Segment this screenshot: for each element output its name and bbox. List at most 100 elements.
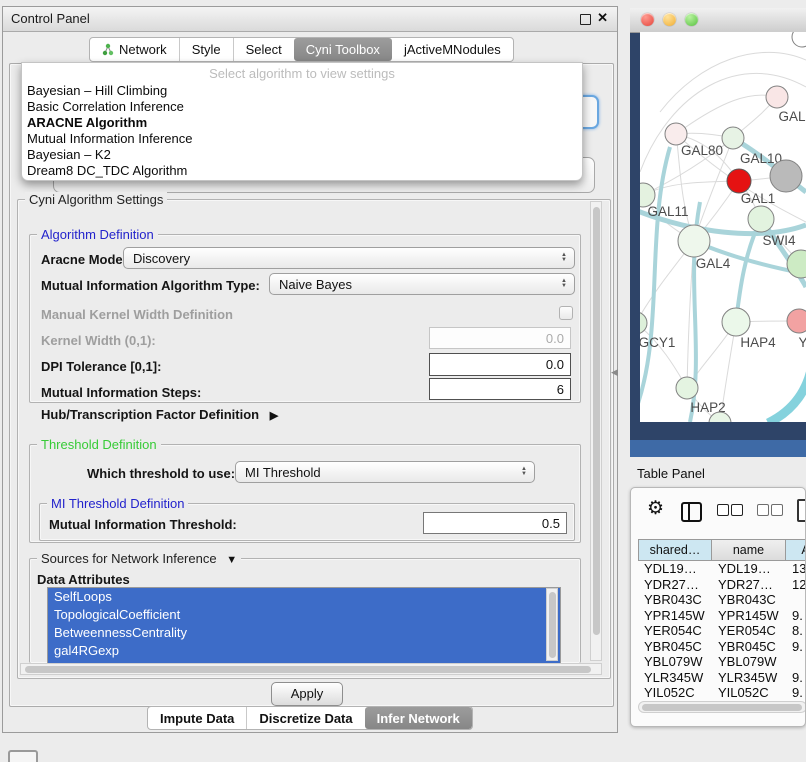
list-scrollbar-thumb[interactable] bbox=[549, 592, 556, 658]
network-nodes[interactable]: GALGAL80GAL10GAL1GAL11SWI4GAL4GCY1HAP4YH… bbox=[640, 32, 806, 422]
mi-threshold-field[interactable]: 0.5 bbox=[423, 512, 567, 534]
control-panel-titlebar[interactable]: Control Panel ✕ bbox=[3, 7, 617, 32]
network-node-swi4[interactable] bbox=[748, 206, 774, 232]
mi-threshold-box-title: MI Threshold Definition bbox=[47, 496, 188, 511]
network-node-label: GAL1 bbox=[741, 191, 776, 206]
network-node-gal10[interactable] bbox=[722, 127, 744, 149]
table-column-header[interactable]: A bbox=[786, 539, 806, 561]
aracne-mode-combo[interactable]: Discovery ▲▼ bbox=[123, 247, 575, 269]
settings-hscrollbar-thumb[interactable] bbox=[25, 666, 591, 673]
table-column-header[interactable]: name bbox=[712, 539, 786, 561]
data-attribute-item[interactable]: TopologicalCoefficient bbox=[48, 606, 560, 624]
select-all-checkbox-icon[interactable] bbox=[717, 504, 729, 516]
algorithm-option[interactable]: Bayesian – K2 bbox=[22, 147, 582, 163]
tab-cyni-toolbox[interactable]: Cyni Toolbox bbox=[294, 38, 392, 61]
network-canvas[interactable]: GALGAL80GAL10GAL1GAL11SWI4GAL4GCY1HAP4YH… bbox=[640, 32, 806, 422]
which-threshold-combo[interactable]: MI Threshold ▲▼ bbox=[235, 461, 535, 483]
bottom-tab-impute-data[interactable]: Impute Data bbox=[148, 707, 246, 729]
network-node-gal4[interactable] bbox=[678, 225, 710, 257]
minimized-panel-icon[interactable] bbox=[8, 750, 38, 762]
manual-kernel-checkbox[interactable] bbox=[559, 306, 573, 320]
table-row[interactable]: YPR145WYPR145W9. bbox=[638, 608, 806, 624]
algorithm-dropdown-list: Bayesian – Hill ClimbingBasic Correlatio… bbox=[22, 83, 582, 179]
aracne-mode-value: Discovery bbox=[124, 251, 556, 266]
zoom-traffic-light-icon[interactable] bbox=[685, 13, 698, 26]
network-node[interactable] bbox=[792, 32, 806, 47]
data-attributes-list[interactable]: SelfLoopsTopologicalCoefficientBetweenne… bbox=[47, 587, 561, 664]
table-row[interactable]: YLR345WYLR345W9. bbox=[638, 670, 806, 686]
export-table-icon[interactable] bbox=[797, 499, 806, 522]
algorithm-option[interactable]: Basic Correlation Inference bbox=[22, 99, 582, 115]
tab-style[interactable]: Style bbox=[179, 38, 233, 61]
sources-toggle[interactable]: Sources for Network Inference ▼ bbox=[37, 551, 241, 566]
algorithm-dropdown-popup: Select algorithm to view settings Bayesi… bbox=[21, 62, 583, 181]
network-node[interactable] bbox=[787, 250, 806, 278]
select-all-checkbox-icon[interactable] bbox=[731, 504, 743, 516]
bottom-tab-infer-network[interactable]: Infer Network bbox=[365, 707, 472, 729]
table-horizontal-scrollbar[interactable] bbox=[638, 701, 806, 713]
close-traffic-light-icon[interactable] bbox=[641, 13, 654, 26]
network-node-y[interactable] bbox=[787, 309, 806, 333]
minimize-traffic-light-icon[interactable] bbox=[663, 13, 676, 26]
data-attribute-item[interactable]: BetweennessCentrality bbox=[48, 624, 560, 642]
mi-steps-label: Mutual Information Steps: bbox=[41, 385, 201, 400]
hub-section-toggle[interactable]: Hub/Transcription Factor Definition ▶ bbox=[41, 407, 278, 422]
expand-right-icon: ▶ bbox=[270, 410, 278, 422]
network-node[interactable] bbox=[770, 160, 802, 192]
table-cell: YLR345W bbox=[638, 670, 712, 686]
app-background: Control Panel ✕ NetworkStyleSelect Cyni T… bbox=[0, 0, 806, 762]
settings-vertical-scrollbar[interactable] bbox=[590, 201, 602, 661]
network-node-gal[interactable] bbox=[766, 86, 788, 108]
tab-label: Cyni Toolbox bbox=[306, 42, 380, 57]
table-column-header[interactable]: shared… bbox=[638, 539, 712, 561]
algorithm-option[interactable]: Bayesian – Hill Climbing bbox=[22, 83, 582, 99]
table-cell: 9. bbox=[786, 685, 806, 700]
tab-jactivemnodules[interactable]: jActiveMNodules bbox=[392, 38, 513, 61]
close-icon[interactable]: ✕ bbox=[597, 10, 608, 26]
mi-type-combo[interactable]: Naive Bayes ▲▼ bbox=[269, 273, 575, 295]
dpi-tolerance-field[interactable]: 0.0 bbox=[429, 353, 571, 376]
network-window-titlebar[interactable] bbox=[630, 8, 806, 33]
table-row[interactable]: YDR27…YDR27…12 bbox=[638, 577, 806, 593]
expand-down-icon: ▼ bbox=[226, 554, 237, 566]
bottom-tab-discretize-data[interactable]: Discretize Data bbox=[246, 707, 364, 729]
network-node-gcy1[interactable] bbox=[640, 312, 647, 334]
deselect-all-checkbox-icon[interactable] bbox=[771, 504, 783, 516]
table-row[interactable]: YIL052CYIL052C9. bbox=[638, 685, 806, 700]
table-cell: YBR043C bbox=[638, 592, 712, 608]
network-node-hap2[interactable] bbox=[676, 377, 698, 399]
apply-button[interactable]: Apply bbox=[271, 682, 343, 706]
algorithm-option[interactable]: ARACNE Algorithm bbox=[22, 115, 582, 131]
gear-icon[interactable]: ⚙ bbox=[647, 497, 664, 520]
table-row[interactable]: YDL19…YDL19…13 bbox=[638, 561, 806, 577]
algorithm-option[interactable]: Mutual Information Inference bbox=[22, 131, 582, 147]
splitter-collapse-icon[interactable]: ◀ bbox=[611, 367, 618, 378]
table-row[interactable]: YBR045CYBR045C9. bbox=[638, 639, 806, 655]
tab-network[interactable]: Network bbox=[90, 38, 179, 61]
hub-section-label: Hub/Transcription Factor Definition bbox=[41, 407, 259, 422]
deselect-all-checkbox-icon[interactable] bbox=[757, 504, 769, 516]
network-node-hap4[interactable] bbox=[722, 308, 750, 336]
float-window-icon[interactable] bbox=[580, 14, 591, 25]
table-row[interactable]: YBR043CYBR043C bbox=[638, 592, 806, 608]
kernel-width-field[interactable]: 0.0 bbox=[429, 327, 571, 349]
table-cell: 13 bbox=[786, 561, 806, 577]
table-hscrollbar-thumb[interactable] bbox=[642, 704, 802, 711]
data-attribute-item[interactable]: SelfLoops bbox=[48, 588, 560, 606]
data-attribute-item[interactable]: gal4RGexp bbox=[48, 642, 560, 660]
table-row[interactable]: YBL079WYBL079W bbox=[638, 654, 806, 670]
mi-type-label: Mutual Information Algorithm Type: bbox=[41, 278, 260, 293]
network-node-gal80[interactable] bbox=[665, 123, 687, 145]
tab-select[interactable]: Select bbox=[233, 38, 294, 61]
table-cell: 12 bbox=[786, 577, 806, 593]
table-cell: YIL052C bbox=[638, 685, 712, 700]
combo-arrows-icon: ▲▼ bbox=[556, 253, 574, 263]
network-node-gal1[interactable] bbox=[727, 169, 751, 193]
settings-horizontal-scrollbar[interactable] bbox=[20, 663, 602, 675]
settings-vscrollbar-thumb[interactable] bbox=[593, 207, 600, 635]
column-visibility-icon[interactable] bbox=[681, 502, 702, 522]
mi-steps-field[interactable]: 6 bbox=[429, 378, 571, 400]
table-row[interactable]: YER054CYER054C8. bbox=[638, 623, 806, 639]
algorithm-option[interactable]: Dream8 DC_TDC Algorithm bbox=[22, 163, 582, 179]
list-vertical-scrollbar[interactable] bbox=[546, 588, 558, 661]
